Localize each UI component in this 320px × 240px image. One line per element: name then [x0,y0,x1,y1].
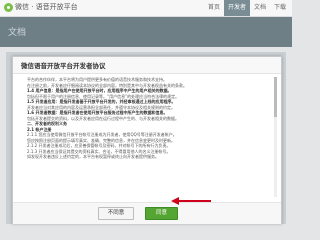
main-nav: 首页 开发者 文档 下载 [204,0,290,16]
decline-button[interactable]: 不同意 [98,207,134,220]
agreement-paragraph: 如发现开发者违反上述约定的，本平台有权暂停或终止向开发者提供服务。 [27,154,159,159]
nav-item-developer[interactable]: 开发者 [223,0,250,16]
page-banner: 文档 [0,17,292,47]
dialog-scrollbar[interactable] [274,77,277,197]
nav-item-docs[interactable]: 文档 [250,0,270,16]
nav-item-home[interactable]: 首页 [204,0,224,16]
agreement-dialog: 微信语音开放平台开发者协议 平台的合作伙伴，本平台将为用户提供更多有价值的语音技… [12,56,282,224]
top-navigation-bar: 微信 · 语音开放平台 首页 开发者 文档 下载 [0,0,292,17]
scrollbar-thumb[interactable] [274,77,277,117]
page-title: 文档 [8,28,27,38]
site-brand[interactable]: 微信 · 语音开放平台 [15,2,78,12]
nav-item-download[interactable]: 下载 [270,0,290,16]
dialog-header: 微信语音开放平台开发者协议 [13,57,281,74]
dialog-title: 微信语音开放平台开发者协议 [21,62,106,70]
annotation-arrow-icon [171,197,211,205]
dialog-footer: 不同意 同意 [13,202,281,224]
agreement-text[interactable]: 平台的合作伙伴，本平台将为用户提供更多有价值的语音技术服务和技术支持。 在注册之前… [27,77,267,197]
wechat-logo-icon [4,3,13,12]
agree-button[interactable]: 同意 [145,207,178,220]
